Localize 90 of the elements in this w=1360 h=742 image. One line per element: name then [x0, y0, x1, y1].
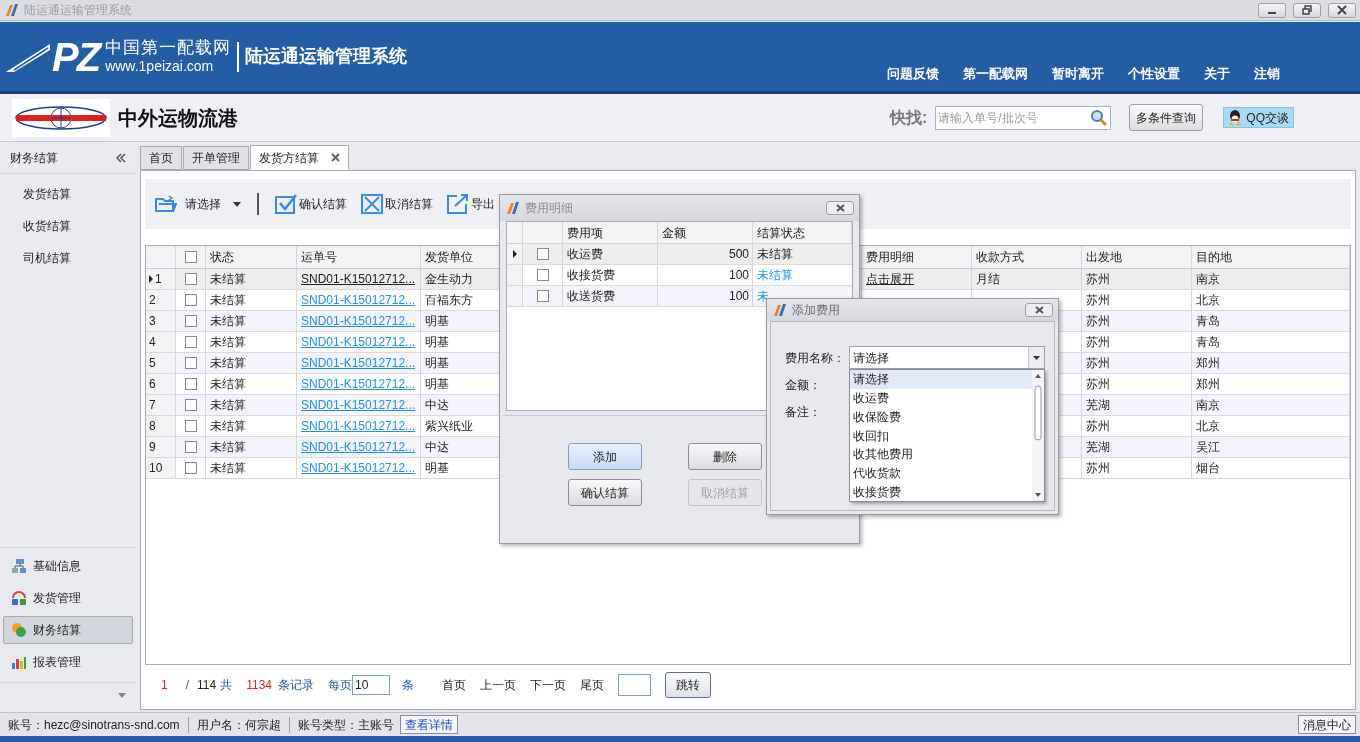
system-name: 陆运通运输管理系统 [245, 45, 408, 68]
column-header: 收款方式 [976, 249, 1024, 266]
row-number: 8 [149, 418, 156, 435]
account-type-text: 账号类型：主账号 [297, 716, 394, 734]
window-title: 陆运通运输管理系统 [24, 2, 132, 19]
company-name: 中外运物流港 [118, 105, 238, 131]
column-header: 费用项 [567, 224, 603, 242]
table-cell-text: 未结算 [210, 355, 246, 372]
table-cell-text: 紫兴纸业 [425, 418, 473, 435]
column-header: 状态 [210, 249, 234, 266]
table-cell-text: 烟台 [1196, 460, 1220, 477]
site-url: www.1peizai.com [105, 58, 215, 76]
per-page-unit: 条 [402, 677, 414, 694]
table-cell-text: 苏州 [1086, 334, 1110, 351]
column-header: 目的地 [1196, 249, 1232, 266]
table-cell-text: 芜湖 [1086, 439, 1110, 456]
row-number: 7 [149, 397, 156, 414]
field-label: 金额： [785, 377, 821, 393]
table-cell-text: 未结算 [210, 397, 246, 414]
site-name: 中国第一配载网 [105, 37, 232, 59]
table-cell-text: 郑州 [1196, 355, 1220, 372]
row-number: 4 [149, 334, 156, 351]
table-cell-text: 未结算 [210, 418, 246, 435]
table-cell-text: 苏州 [1086, 418, 1110, 435]
column-header: 结算状态 [757, 224, 805, 242]
separator-text: / [185, 677, 190, 694]
field-label: 费用名称： [785, 350, 845, 366]
table-cell-text: 100 [728, 267, 749, 284]
table-cell-text: 苏州 [1086, 271, 1110, 288]
record-count: 1134 [246, 677, 272, 694]
table-cell-text: 明基 [425, 334, 449, 351]
total-pages: 114 [197, 677, 217, 694]
table-cell-text: 未结算 [210, 292, 246, 309]
username-text: 用户名：何宗超 [196, 716, 281, 734]
table-cell-text: 明基 [425, 376, 449, 393]
page-number: 1 [161, 677, 168, 694]
per-page-label: 每页 [328, 677, 352, 694]
table-cell-text: 未结算 [210, 271, 246, 288]
table-cell-text: 未结算 [210, 439, 246, 456]
table-cell-text: 未结算 [210, 460, 246, 477]
table-cell-text: 100 [728, 288, 749, 305]
table-cell-text: 吴江 [1196, 439, 1220, 456]
table-cell-text: 郑州 [1196, 376, 1220, 393]
column-header: 费用明细 [866, 249, 914, 266]
table-cell-text: 北京 [1196, 418, 1220, 435]
table-cell-text: 金生动力 [425, 271, 473, 288]
records-label: 条记录 [278, 677, 314, 694]
row-number: 5 [149, 355, 156, 372]
column-header: 出发地 [1086, 249, 1122, 266]
dialog-title: 费用明细 [525, 200, 573, 217]
table-cell-text: 500 [728, 246, 749, 263]
row-number: 10 [149, 460, 163, 477]
column-header: 金额 [662, 224, 686, 242]
column-header: 发货单位 [425, 249, 473, 266]
table-cell-text: 百福东方 [425, 292, 473, 309]
table-cell-text: 苏州 [1086, 376, 1110, 393]
account-text: 账号：hezc@sinotrans-snd.com [8, 716, 180, 734]
table-cell-text: 明基 [425, 355, 449, 372]
table-cell-text: 收接货费 [567, 267, 615, 284]
table-cell-text: 青岛 [1196, 334, 1220, 351]
table-cell-text: 苏州 [1086, 460, 1110, 477]
field-label: 备注： [785, 404, 821, 420]
table-cell-text: 青岛 [1196, 313, 1220, 330]
table-cell-text: 未结算 [210, 376, 246, 393]
table-cell-text: 收送货费 [567, 288, 615, 305]
total-label: 共 [220, 677, 233, 694]
sidebar-title: 财务结算 [10, 149, 58, 167]
logo-mark: PZ [52, 36, 100, 77]
table-cell-text: 苏州 [1086, 313, 1110, 330]
quick-search-label: 快找: [890, 107, 928, 128]
table-cell-text: 未结算 [210, 313, 246, 330]
column-header: 运单号 [301, 249, 337, 266]
table-cell-text: 南京 [1196, 271, 1220, 288]
table-cell-text: 苏州 [1086, 355, 1110, 372]
table-cell-text: 北京 [1196, 292, 1220, 309]
row-number: 2 [149, 292, 156, 309]
table-cell-text: 明基 [425, 460, 449, 477]
row-number: 6 [149, 376, 156, 393]
table-cell-text: 中达 [425, 397, 449, 414]
table-cell-text: 月结 [976, 271, 1000, 288]
table-cell-text: 中达 [425, 439, 449, 456]
row-number: 1 [155, 271, 162, 288]
table-cell-text: 收运费 [567, 246, 603, 263]
table-cell-text: 芜湖 [1086, 397, 1110, 414]
row-number: 9 [149, 439, 156, 456]
table-cell-text: 未结算 [210, 334, 246, 351]
table-cell-text: 明基 [425, 313, 449, 330]
row-number: 3 [149, 313, 156, 330]
table-cell-text: 苏州 [1086, 292, 1110, 309]
table-cell-text: 南京 [1196, 397, 1220, 414]
